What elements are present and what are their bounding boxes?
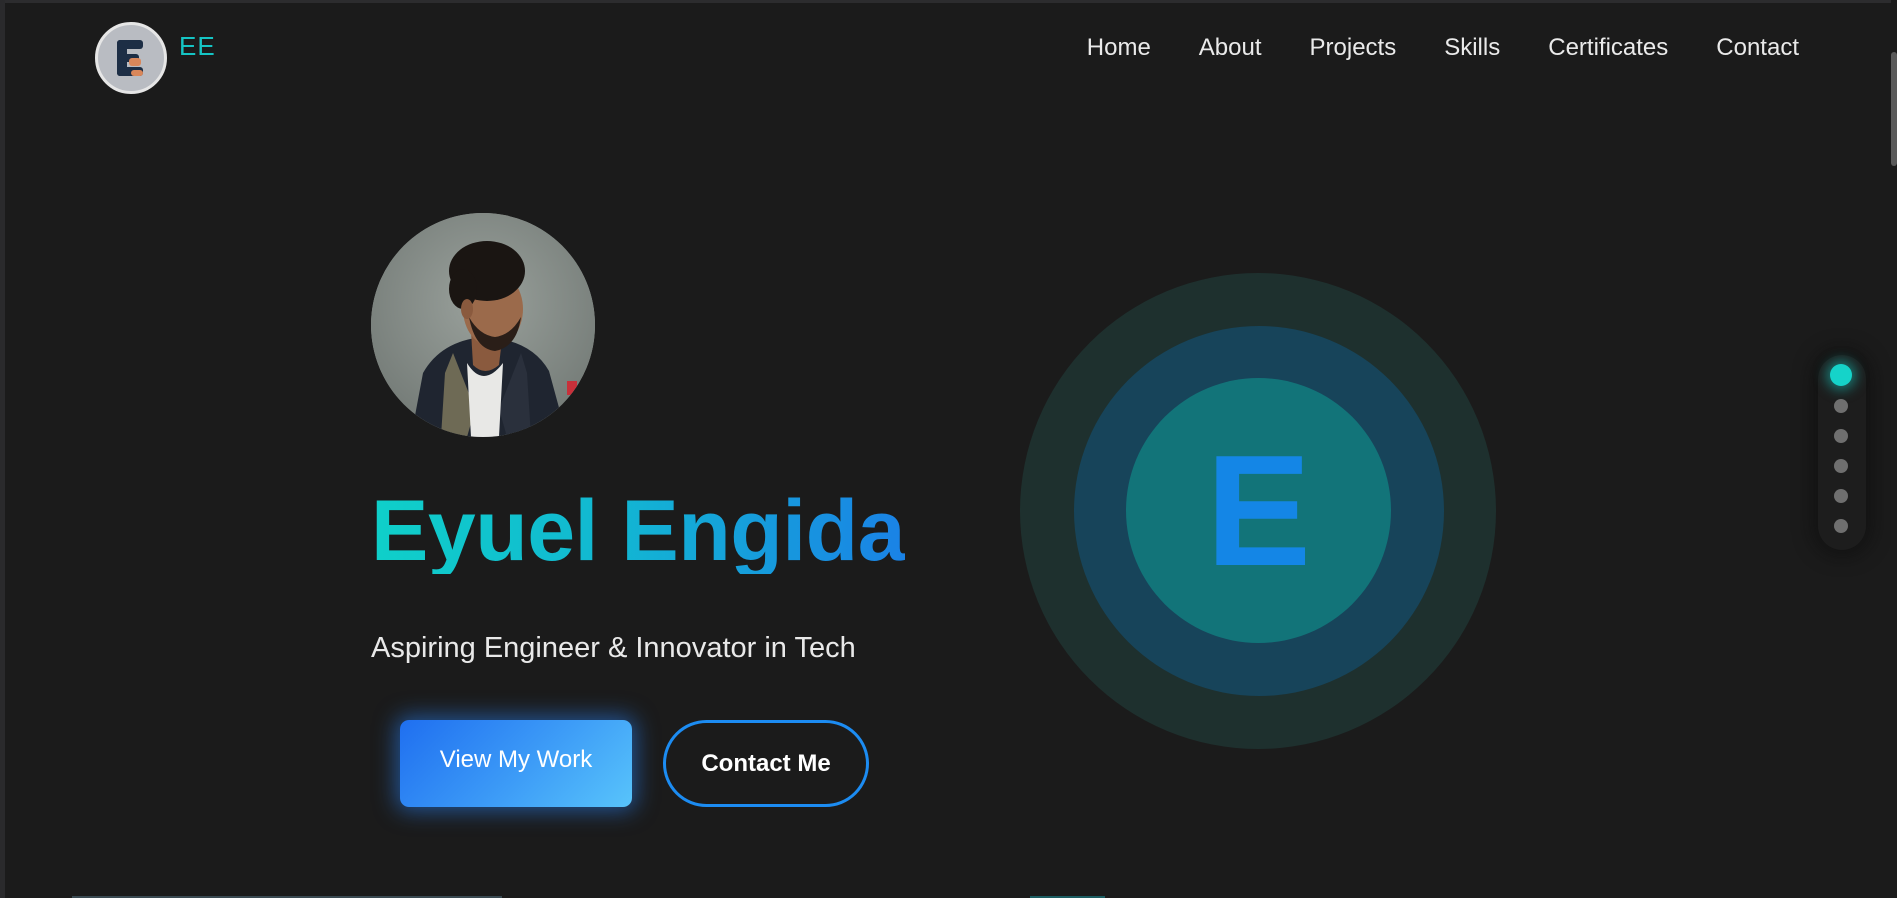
view-work-button[interactable]: View My Work [400,720,632,807]
nav-skills[interactable]: Skills [1444,34,1500,62]
profile-avatar [371,213,595,437]
portrait-photo [371,213,595,437]
hero-tagline: Aspiring Engineer & Innovator in Tech [371,632,856,664]
logo-e-icon [117,40,143,76]
nav-projects[interactable]: Projects [1310,34,1397,62]
brand-initials[interactable]: EE [179,31,216,62]
section-dot-about[interactable] [1834,399,1848,413]
section-dot-skills[interactable] [1834,459,1848,473]
window-top-border [0,0,1897,3]
logo-badge [95,22,167,94]
brand-logo[interactable]: EE [95,22,216,94]
section-dot-contact[interactable] [1834,519,1848,533]
nav-home[interactable]: Home [1087,34,1151,62]
nav-about[interactable]: About [1199,34,1262,62]
emblem-letter: E [1205,422,1312,599]
section-dot-certificates[interactable] [1834,489,1848,503]
section-dot-home[interactable] [1830,364,1852,386]
section-dot-projects[interactable] [1834,429,1848,443]
hero-name: Eyuel Engida [371,483,906,579]
main-nav: Home About Projects Skills Certificates … [1039,34,1799,62]
nav-contact[interactable]: Contact [1716,34,1799,62]
contact-me-button[interactable]: Contact Me [663,720,869,807]
nav-certificates[interactable]: Certificates [1548,34,1668,62]
scrollbar-thumb[interactable] [1891,52,1897,166]
window-left-border [0,0,5,898]
